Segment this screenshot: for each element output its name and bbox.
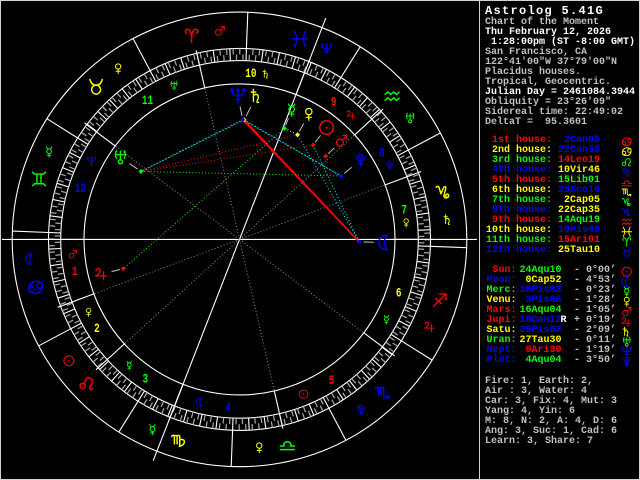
svg-text:3: 3 [142, 372, 148, 387]
svg-text:2: 2 [94, 322, 100, 337]
svg-text:8: 8 [379, 146, 385, 161]
svg-text:6: 6 [396, 286, 402, 301]
svg-text:11: 11 [142, 94, 153, 109]
svg-text:10: 10 [245, 67, 256, 82]
svg-text:1: 1 [72, 265, 78, 280]
svg-text:5: 5 [329, 374, 335, 389]
svg-text:7: 7 [401, 203, 407, 218]
svg-text:9: 9 [331, 95, 337, 110]
svg-text:4: 4 [225, 401, 231, 416]
svg-text:12: 12 [75, 182, 86, 197]
